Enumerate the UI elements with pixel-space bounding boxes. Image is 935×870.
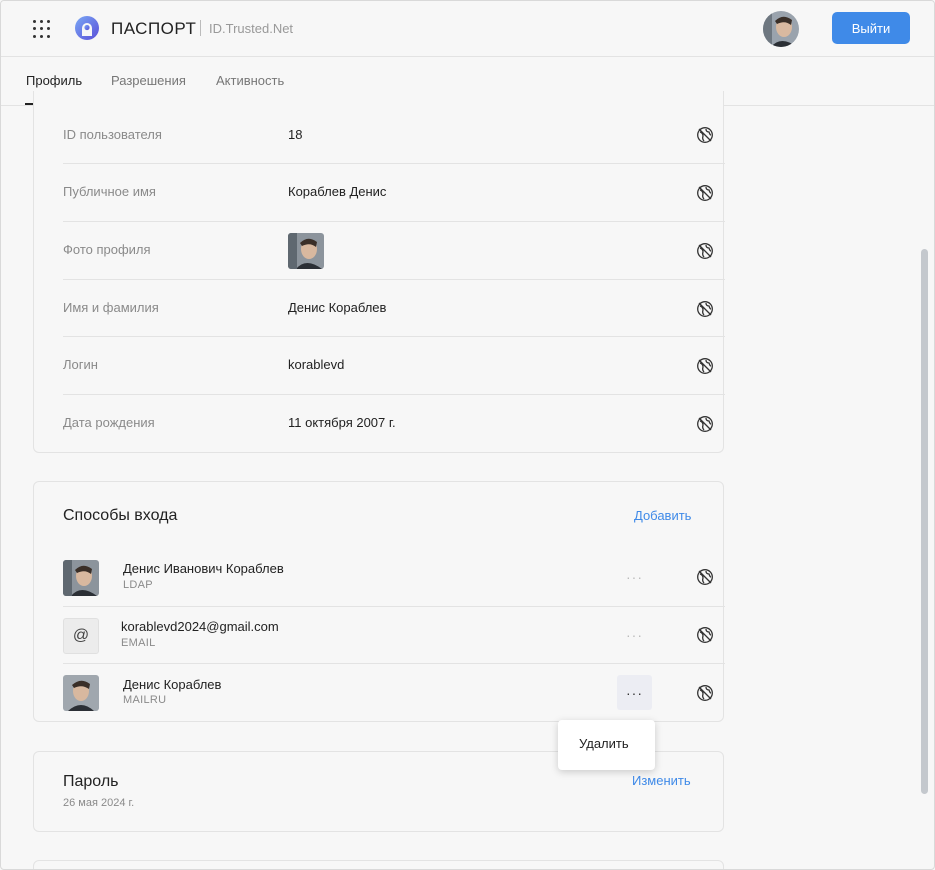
globe-off-icon[interactable]: [696, 126, 714, 144]
logo-text: ПАСПОРТ: [111, 19, 197, 38]
globe-off-icon[interactable]: [696, 300, 714, 318]
next-card: [33, 860, 724, 869]
row-label: Публичное имя: [63, 184, 156, 199]
profile-row-photo: Фото профиля: [63, 222, 725, 280]
row-value: 18: [288, 127, 303, 142]
row-label: Дата рождения: [63, 415, 155, 430]
login-method-row: Денис Кораблев MAILRU ···: [63, 664, 725, 722]
row-label: Логин: [63, 357, 98, 372]
context-menu: Удалить: [558, 720, 655, 770]
profile-card: ID пользователя 18 Публичное имя Корабле…: [33, 91, 725, 453]
avatar: [63, 560, 99, 596]
profile-row-public-name: Публичное имя Кораблев Денис: [63, 164, 725, 222]
change-password-link[interactable]: Изменить: [632, 773, 691, 788]
tab-profile[interactable]: Профиль: [26, 73, 82, 88]
delete-menu-item[interactable]: Удалить: [579, 736, 629, 751]
scrollbar[interactable]: [921, 249, 928, 794]
password-date: 26 мая 2024 г.: [63, 797, 135, 809]
profile-row-birthdate: Дата рождения 11 октября 2007 г.: [63, 395, 725, 453]
login-methods-title: Способы входа: [63, 507, 178, 524]
profile-row-full-name: Имя и фамилия Денис Кораблев: [63, 280, 725, 337]
passport-logo-icon: [75, 16, 99, 40]
row-label: Фото профиля: [63, 242, 151, 257]
logout-button[interactable]: Выйти: [832, 12, 910, 44]
logo-divider: [200, 20, 201, 36]
row-label: ID пользователя: [63, 127, 162, 142]
login-methods-card: Способы входа Добавить Денис Иванович Ко…: [33, 481, 725, 722]
top-bar: ПАСПОРТ ID.Trusted.Net Выйти: [1, 1, 934, 57]
more-options-button[interactable]: ···: [617, 617, 652, 652]
login-method-row: @ korablevd2024@gmail.com EMAIL ···: [63, 607, 725, 664]
method-name: Денис Кораблев: [123, 677, 222, 692]
apps-grid-icon[interactable]: [33, 20, 51, 38]
row-value: korablevd: [288, 357, 345, 372]
row-value: Денис Кораблев: [288, 300, 387, 315]
profile-row-login: Логин korablevd: [63, 337, 725, 395]
globe-off-icon[interactable]: [696, 626, 714, 644]
globe-off-icon[interactable]: [696, 242, 714, 260]
app-window: ПАСПОРТ ID.Trusted.Net Выйти Профиль Раз…: [0, 0, 935, 870]
password-title: Пароль: [63, 773, 119, 790]
user-avatar[interactable]: [763, 11, 799, 47]
add-login-method-link[interactable]: Добавить: [634, 508, 691, 523]
tab-permissions[interactable]: Разрешения: [111, 73, 186, 88]
globe-off-icon[interactable]: [696, 415, 714, 433]
method-type: MAILRU: [123, 694, 167, 706]
at-icon: @: [63, 618, 99, 654]
method-type: EMAIL: [121, 637, 156, 649]
more-options-button[interactable]: ···: [617, 559, 652, 594]
profile-photo[interactable]: [288, 233, 324, 269]
globe-off-icon[interactable]: [696, 357, 714, 375]
row-value: Кораблев Денис: [288, 184, 387, 199]
logo-subtitle: ID.Trusted.Net: [209, 21, 294, 36]
row-value: 11 октября 2007 г.: [288, 415, 396, 430]
avatar: [63, 675, 99, 711]
login-method-row: Денис Иванович Кораблев LDAP ···: [63, 549, 725, 607]
method-type: LDAP: [123, 579, 153, 591]
more-options-button[interactable]: ···: [617, 675, 652, 710]
globe-off-icon[interactable]: [696, 684, 714, 702]
method-name: korablevd2024@gmail.com: [121, 619, 279, 634]
tab-activity[interactable]: Активность: [216, 73, 284, 88]
globe-off-icon[interactable]: [696, 184, 714, 202]
globe-off-icon[interactable]: [696, 568, 714, 586]
method-name: Денис Иванович Кораблев: [123, 561, 284, 576]
profile-row-id: ID пользователя 18: [63, 106, 725, 164]
row-label: Имя и фамилия: [63, 300, 159, 315]
